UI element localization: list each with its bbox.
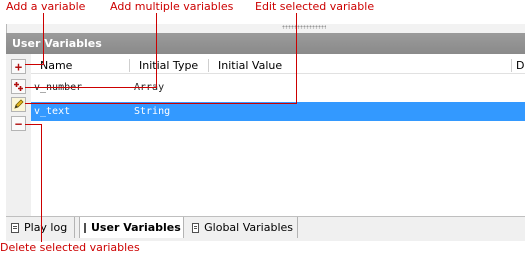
callout-line [296,13,297,104]
document-icon [11,222,19,233]
variables-grid: Name Initial Type Initial Value D v_numb… [31,54,525,216]
add-variable-button[interactable]: + [11,59,26,74]
column-separator[interactable] [129,59,130,72]
panel-drag-grip[interactable] [282,25,326,29]
column-header-initial-value[interactable]: Initial Value [218,59,282,72]
tab-label: Play log [24,221,68,234]
callout-line [25,103,297,104]
column-header-name[interactable]: Name [40,59,72,72]
add-multiple-variables-button[interactable] [11,79,26,94]
grid-column-header: Name Initial Type Initial Value D [31,57,525,74]
tab-user-variables[interactable]: User Variables [79,217,184,238]
callout-edit-selected-variable: Edit selected variable [255,0,375,13]
pencil-icon [14,99,24,109]
callout-add-variable: Add a variable [6,0,86,13]
callout-delete-selected-variables: Delete selected variables [0,241,140,254]
tab-label: Global Variables [204,221,293,234]
tab-label: User Variables [91,221,181,234]
delete-variables-button[interactable]: − [11,116,26,131]
cell-type: String [134,106,171,117]
table-row-selected[interactable]: v_text String [31,102,525,121]
callout-add-multiple-variables: Add multiple variables [110,0,234,13]
document-icon [192,222,200,233]
plus-icon: + [14,59,23,74]
panel-title: User Variables [12,37,102,50]
tab-global-variables[interactable]: Global Variables [188,217,298,238]
callout-line [25,124,42,125]
column-header-d[interactable]: D [516,59,524,72]
callout-line [25,87,157,88]
document-icon [84,222,86,233]
cell-name: v_text [34,106,71,117]
column-header-initial-type[interactable]: Initial Type [139,59,198,72]
plus-multiple-icon [14,82,23,91]
minus-icon: − [14,116,23,131]
column-separator[interactable] [511,59,512,72]
panel-titlebar: User Variables [6,33,525,54]
callout-line [43,13,44,65]
callout-line [156,13,157,88]
edit-variable-button[interactable] [11,97,26,112]
callout-line [41,124,42,242]
panel-tab-bar: Play log User Variables Global Variables [6,216,525,241]
callout-line [25,64,44,65]
column-separator[interactable] [208,59,209,72]
variables-toolbar: + − [6,54,32,216]
